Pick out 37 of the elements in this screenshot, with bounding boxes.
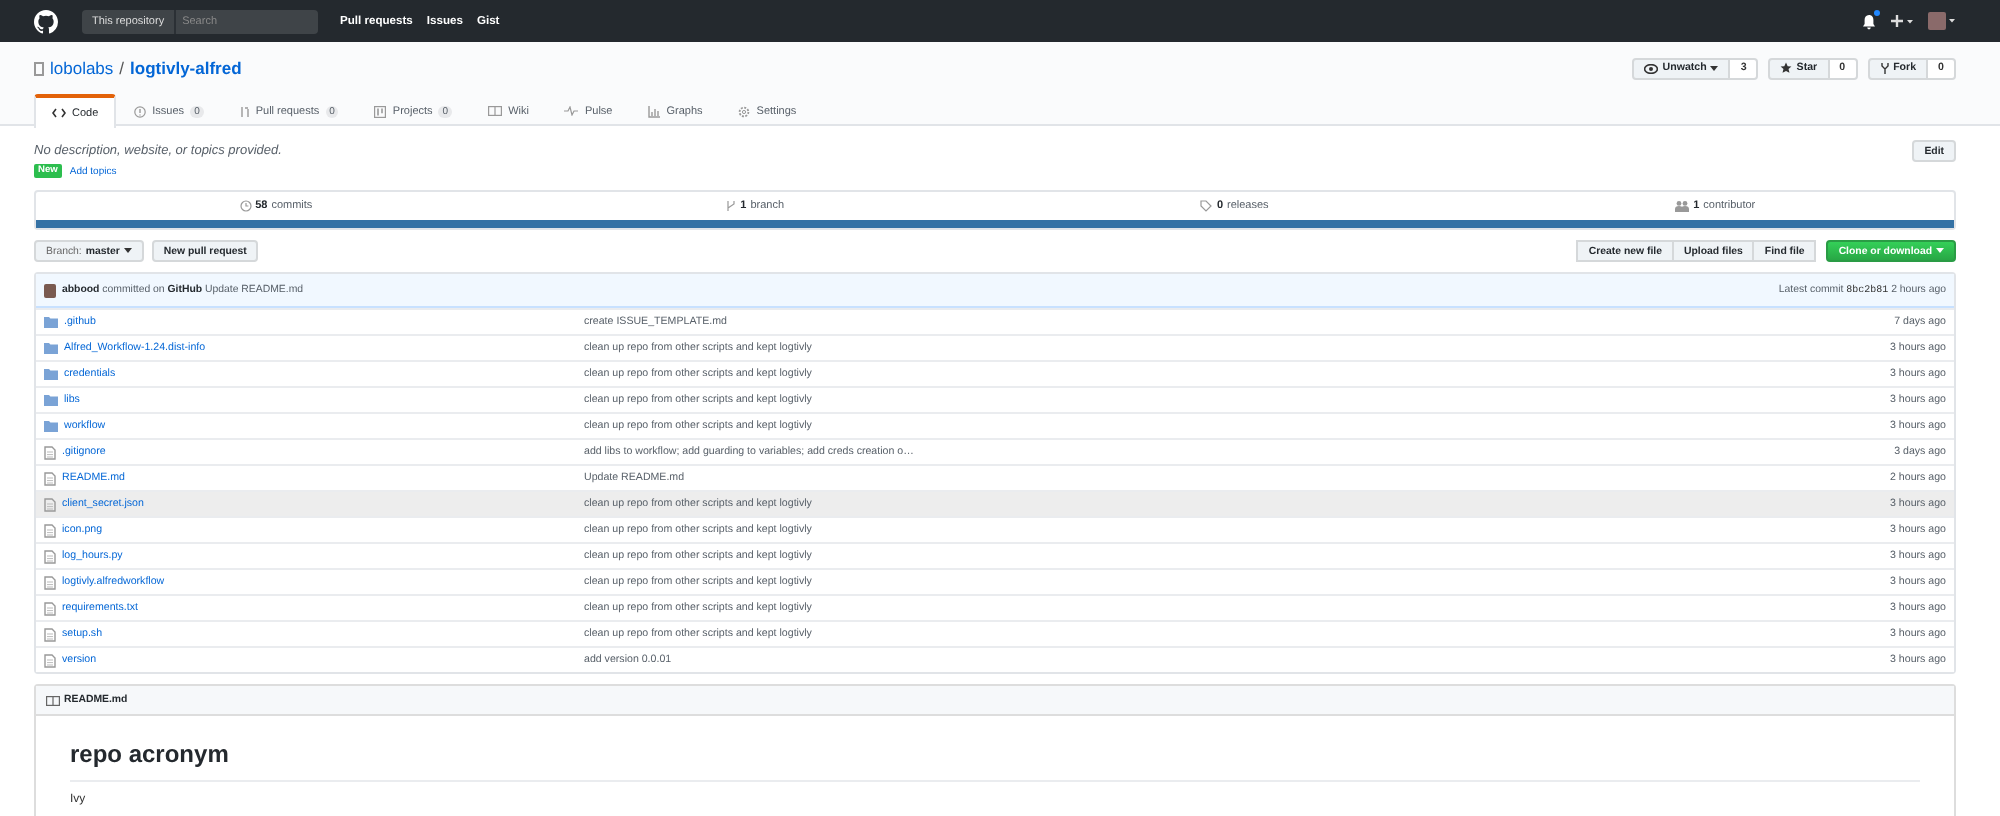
caret-icon [1710,65,1719,71]
plus-caret-icon[interactable] [1890,14,1914,28]
file-icon [44,549,56,563]
bar-graph-icon [648,105,661,117]
octocat-logo-icon[interactable] [34,9,58,33]
file-icon [44,627,56,641]
book-icon [46,695,60,705]
people-icon [1673,200,1690,212]
issue-icon [134,105,147,117]
avatar-caret-icon[interactable] [1928,12,1956,30]
file-icon [44,601,56,615]
file-icon [44,575,56,589]
file-icon [44,445,56,459]
path-separator: / [119,58,125,78]
history-icon [239,200,252,212]
file-icon [44,497,56,511]
repo-name-link[interactable]: logtivly-alfred [130,58,242,78]
branch-icon [726,200,737,212]
board-icon [374,105,387,117]
book-icon [488,106,503,116]
avatar-icon [44,283,56,297]
tag-icon [1200,200,1213,212]
star-icon [1780,62,1793,74]
eye-icon [1644,63,1659,73]
fork-icon [1879,62,1890,74]
file-icon [44,471,56,485]
repo-owner-link[interactable]: lobolabs [50,58,114,78]
repository-icon [34,61,44,75]
caret-icon [123,248,132,254]
caret-icon [1936,248,1944,254]
file-icon [44,523,56,537]
bell-icon[interactable] [1862,13,1876,29]
readme-heading: repo acronym [70,740,1920,782]
code-icon [52,108,66,118]
pulse-icon [564,106,579,116]
file-icon [44,653,56,667]
settings-icon [738,105,751,117]
